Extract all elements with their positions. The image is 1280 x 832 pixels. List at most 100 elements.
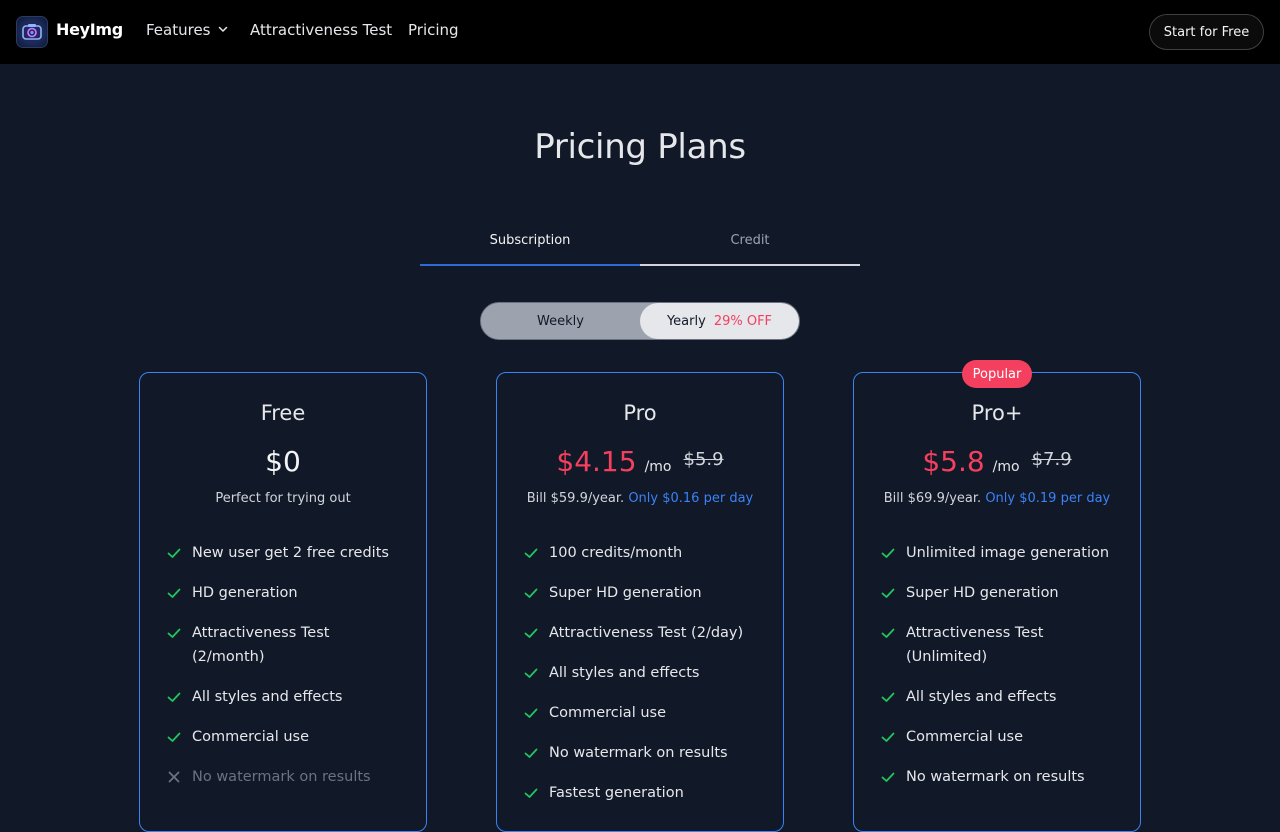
billing-note: Bill $69.9/year. Only $0.19 per day [854,491,1140,506]
check-icon [880,621,906,645]
billing-period-toggle: Weekly Yearly 29% OFF [480,302,800,340]
feature-text: Attractiveness Test (2/month) [192,625,330,665]
check-icon [166,541,192,565]
chevron-down-icon [217,21,229,39]
price-period: /mo [992,459,1020,475]
feature-text: Commercial use [192,729,309,745]
bill-amount: Bill $59.9/year. [526,491,625,506]
feature-list: New user get 2 free credits HD generation… [166,541,406,805]
feature-text: No watermark on results [549,745,728,761]
feature-text: HD generation [192,585,298,601]
per-day-price: Only $0.16 per day [628,491,754,506]
feature-text: Commercial use [906,729,1023,745]
feature-text: Super HD generation [549,585,702,601]
check-icon [523,741,549,765]
feature-text: Commercial use [549,705,666,721]
per-day-price: Only $0.19 per day [985,491,1111,506]
feature-item: Super HD generation [523,581,763,605]
toggle-weekly[interactable]: Weekly [481,303,640,339]
bill-amount: Bill $69.9/year. [883,491,982,506]
feature-item: Attractiveness Test (Unlimited) [880,621,1120,669]
check-icon [880,685,906,709]
check-icon [523,621,549,645]
plan-price: $0 [265,445,301,478]
plan-price: $4.15 [556,445,637,478]
feature-text: No watermark on results [906,769,1085,785]
feature-item: No watermark on results [166,765,406,789]
feature-item: Commercial use [523,701,763,725]
check-icon [166,621,192,645]
check-icon [523,781,549,805]
feature-item: HD generation [166,581,406,605]
feature-text: New user get 2 free credits [192,545,389,561]
plan-card-pro: Pro $4.15 /mo $5.9 Bill $59.9/year. Only… [496,372,784,832]
feature-text: Super HD generation [906,585,1059,601]
check-icon [523,541,549,565]
check-icon [523,581,549,605]
feature-list: 100 credits/month Super HD generation Attr… [523,541,763,821]
feature-item: Super HD generation [880,581,1120,605]
tab-subscription[interactable]: Subscription [420,225,640,266]
check-icon [523,701,549,725]
plan-name: Pro+ [971,401,1023,425]
feature-item: No watermark on results [880,765,1120,789]
check-icon [880,541,906,565]
toggle-yearly[interactable]: Yearly 29% OFF [640,303,799,339]
feature-item: 100 credits/month [523,541,763,565]
check-icon [880,765,906,789]
feature-item: All styles and effects [880,685,1120,709]
feature-text: All styles and effects [192,689,343,705]
feature-item: All styles and effects [523,661,763,685]
nav-features[interactable]: Features [146,21,229,39]
nav-pricing[interactable]: Pricing [408,21,459,39]
pricing-tabs: Subscription Credit [420,225,860,266]
plan-name: Pro [623,401,657,425]
feature-item: All styles and effects [166,685,406,709]
check-icon [880,725,906,749]
start-for-free-button[interactable]: Start for Free [1149,14,1264,50]
check-icon [166,725,192,749]
original-price: $7.9 [1031,449,1072,470]
feature-item: Fastest generation [523,781,763,805]
feature-list: Unlimited image generation Super HD gener… [880,541,1120,805]
top-nav-bar: HeyImg Features Attractiveness Test Pric… [0,0,1280,64]
plan-name: Free [260,401,306,425]
page-title: Pricing Plans [534,127,746,167]
billing-note: Bill $59.9/year. Only $0.16 per day [497,491,783,506]
plan-price: $5.8 [922,445,985,478]
brand-name[interactable]: HeyImg [56,20,123,39]
feature-item: Commercial use [166,725,406,749]
price-row: $5.8 /mo $7.9 [854,445,1140,478]
feature-text: No watermark on results [192,769,371,785]
feature-item: Commercial use [880,725,1120,749]
price-row: $0 [140,445,426,478]
toggle-weekly-label: Weekly [537,313,584,329]
plan-card-free: Free $0 Perfect for trying out New user … [139,372,427,832]
tab-credit[interactable]: Credit [640,225,860,266]
feature-text: Fastest generation [549,785,684,801]
nav-features-label: Features [146,21,211,39]
feature-text: All styles and effects [906,689,1057,705]
popular-badge: Popular [962,360,1032,388]
check-icon [523,661,549,685]
nav-attractiveness-label: Attractiveness Test [250,21,393,39]
feature-item: New user get 2 free credits [166,541,406,565]
nav-attractiveness-test[interactable]: Attractiveness Test [250,21,392,39]
price-row: $4.15 /mo $5.9 [497,445,783,478]
cross-icon [166,765,192,789]
feature-item: Unlimited image generation [880,541,1120,565]
toggle-yearly-label: Yearly [666,313,706,329]
feature-text: Attractiveness Test (Unlimited) [906,625,1044,665]
feature-item: No watermark on results [523,741,763,765]
feature-text: Unlimited image generation [906,545,1110,561]
feature-text: All styles and effects [549,665,700,681]
logo-camera-icon[interactable] [16,16,48,48]
feature-text: 100 credits/month [549,545,683,561]
check-icon [166,581,192,605]
feature-text: Attractiveness Test (2/day) [549,625,744,641]
feature-item: Attractiveness Test (2/day) [523,621,763,645]
original-price: $5.9 [683,449,724,470]
plan-card-pro-plus: Pro+ $5.8 /mo $7.9 Bill $69.9/year. Only… [853,372,1141,832]
check-icon [880,581,906,605]
discount-badge: 29% OFF [713,313,773,329]
